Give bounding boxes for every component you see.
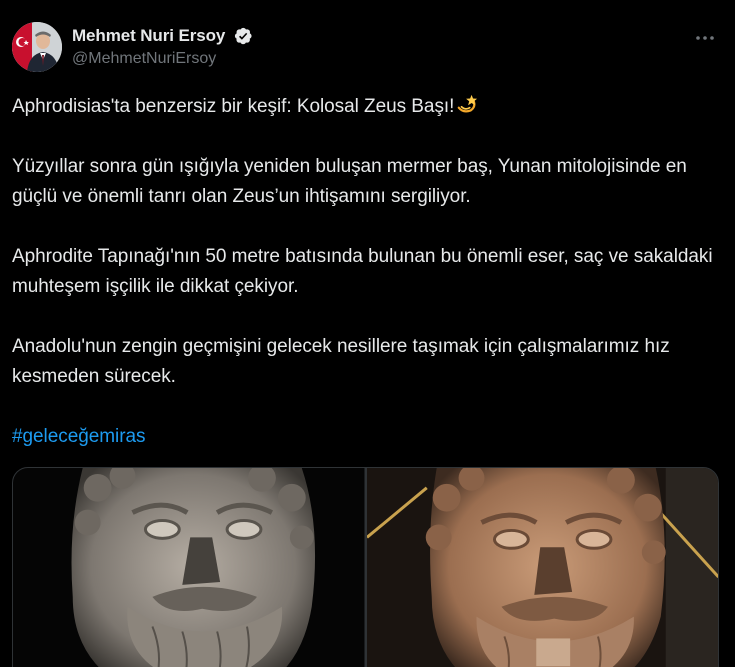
zeus-head-photo-grey	[13, 468, 365, 667]
author-display-name[interactable]: Mehmet Nuri Ersoy	[72, 26, 225, 46]
tweet-text: Aphrodisias'ta benzersiz bir keşif: Kolo…	[12, 92, 718, 452]
tweet: Mehmet Nuri Ersoy @MehmetNuriErsoy Aphro…	[0, 0, 735, 667]
tweet-paragraph: Aphrodite Tapınağı'nın 50 metre batısınd…	[12, 246, 713, 297]
more-options-button[interactable]	[693, 26, 717, 50]
avatar[interactable]	[12, 22, 62, 72]
hashtag-line: #geleceğemiras	[12, 422, 718, 452]
verified-badge-icon[interactable]	[233, 26, 253, 46]
tweet-paragraph: Anadolu'nun zengin geçmişini gelecek nes…	[12, 336, 670, 387]
media-photo-right[interactable]	[366, 468, 718, 667]
tweet-header: Mehmet Nuri Ersoy @MehmetNuriErsoy	[12, 22, 721, 78]
tweet-paragraph: Yüzyıllar sonra gün ışığıyla yeniden bul…	[12, 156, 687, 207]
dizzy-star-emoji-icon	[458, 94, 478, 113]
media-photo-left[interactable]	[13, 468, 365, 667]
profile-photo-icon	[12, 22, 62, 72]
zeus-head-photo-warm	[366, 468, 718, 667]
more-dots-icon	[696, 36, 714, 40]
tweet-paragraph: Aphrodisias'ta benzersiz bir keşif: Kolo…	[12, 92, 718, 122]
author-info: Mehmet Nuri Ersoy @MehmetNuriErsoy	[72, 26, 253, 68]
author-handle[interactable]: @MehmetNuriErsoy	[72, 50, 253, 68]
tweet-paragraph-text: Aphrodisias'ta benzersiz bir keşif: Kolo…	[12, 96, 455, 117]
media-gallery	[12, 467, 719, 667]
hashtag-link[interactable]: #geleceğemiras	[12, 426, 145, 447]
